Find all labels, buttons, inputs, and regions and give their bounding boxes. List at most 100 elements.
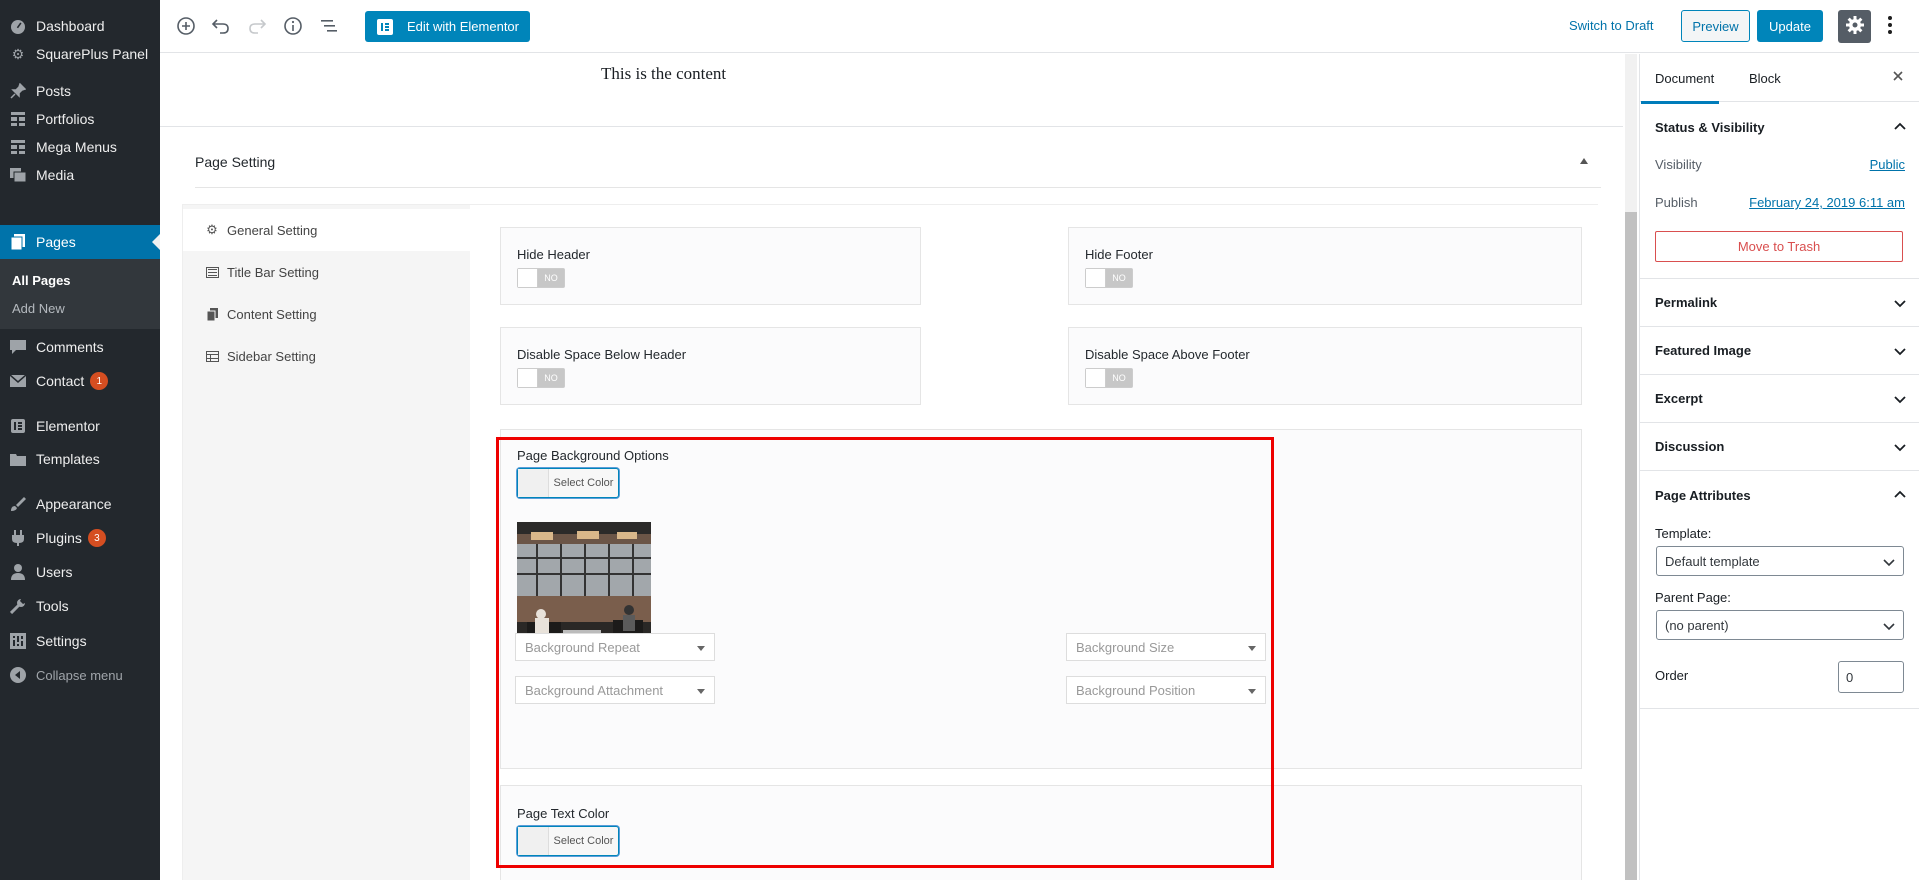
move-to-trash-button[interactable]: Move to Trash: [1655, 231, 1903, 262]
menu-label: Settings: [36, 633, 87, 649]
page-background-options-label: Page Background Options: [517, 448, 669, 463]
submenu-add-new[interactable]: Add New: [12, 301, 65, 316]
dashboard-icon: [0, 18, 36, 34]
toggle-label: NO: [538, 269, 564, 287]
sidebar-tabs: Document Block: [1640, 54, 1919, 104]
tab-general-setting[interactable]: ⚙ General Setting: [183, 209, 470, 251]
content-paragraph[interactable]: This is the content: [601, 64, 726, 84]
background-size-select[interactable]: Background Size: [1066, 633, 1266, 661]
panel-title: Discussion: [1655, 439, 1725, 454]
visibility-link[interactable]: Public: [1870, 157, 1905, 172]
tab-label: Title Bar Setting: [227, 264, 320, 280]
excerpt-panel-toggle[interactable]: Excerpt: [1640, 375, 1919, 423]
menu-item-users[interactable]: Users: [0, 555, 160, 589]
publish-date-link[interactable]: February 24, 2019 6:11 am: [1749, 195, 1905, 210]
collapse-menu-label: Collapse menu: [36, 667, 123, 683]
tab-block[interactable]: Block: [1749, 71, 1781, 86]
menu-item-elementor[interactable]: Elementor: [0, 409, 160, 443]
menu-item-settings[interactable]: Settings: [0, 624, 160, 658]
divider: [195, 187, 1601, 188]
submenu-all-pages[interactable]: All Pages: [12, 273, 71, 288]
close-icon[interactable]: [1893, 69, 1903, 84]
menu-label: Users: [36, 564, 73, 580]
panel-title: Status & Visibility: [1655, 119, 1765, 135]
edit-with-elementor-button[interactable]: Edit with Elementor: [365, 11, 530, 42]
page-setting-content: Hide Header NO Hide Footer NO Disable Sp…: [470, 205, 1598, 880]
collapse-caret-icon[interactable]: [1580, 158, 1588, 164]
user-icon: [0, 564, 36, 580]
chevron-down-icon: [1894, 444, 1906, 452]
hide-header-toggle[interactable]: NO: [517, 268, 565, 288]
chevron-down-icon: [1894, 300, 1906, 308]
gear-icon: ⚙: [11, 45, 25, 62]
color-swatch: [518, 827, 549, 855]
publish-label: Publish: [1655, 195, 1698, 210]
menu-item-squareplus-panel[interactable]: ⚙ SquarePlus Panel: [0, 37, 160, 71]
disable-space-below-header-option: Disable Space Below Header NO: [500, 327, 921, 405]
permalink-panel-toggle[interactable]: Permalink: [1640, 279, 1919, 327]
disable-space-above-footer-toggle[interactable]: NO: [1085, 368, 1133, 388]
elementor-icon: [377, 18, 393, 35]
parent-page-select-value: (no parent): [1665, 617, 1729, 633]
menu-item-templates[interactable]: Templates: [0, 442, 160, 476]
outline-icon[interactable]: [316, 13, 342, 39]
more-options-button[interactable]: [1882, 12, 1898, 40]
menu-label: Appearance: [36, 496, 112, 512]
hide-footer-option: Hide Footer NO: [1068, 227, 1582, 305]
wrench-icon: [0, 598, 36, 614]
order-input[interactable]: 0: [1838, 661, 1904, 693]
featured-image-panel-toggle[interactable]: Featured Image: [1640, 327, 1919, 375]
background-color-picker[interactable]: Select Color: [517, 468, 619, 498]
tab-title-bar-setting[interactable]: Title Bar Setting: [183, 251, 470, 293]
contact-count-badge: 1: [90, 372, 109, 390]
collapse-menu-button[interactable]: Collapse menu: [0, 658, 160, 692]
menu-label: Contact: [36, 373, 85, 389]
template-select-value: Default template: [1665, 553, 1760, 569]
document-icon: [205, 307, 219, 321]
menu-item-pages[interactable]: Pages: [0, 225, 160, 259]
menu-item-tools[interactable]: Tools: [0, 589, 160, 623]
status-visibility-panel-toggle[interactable]: Status & Visibility: [1640, 103, 1919, 151]
page-attributes-panel-toggle[interactable]: Page Attributes: [1640, 471, 1919, 519]
scrollbar-thumb[interactable]: [1625, 212, 1637, 880]
menu-label: Dashboard: [36, 18, 105, 34]
admin-sidebar: Dashboard ⚙ SquarePlus Panel Posts Portf…: [0, 0, 160, 880]
menu-item-comments[interactable]: Comments: [0, 330, 160, 364]
settings-sidebar: Document Block Status & Visibility Visib…: [1639, 54, 1919, 880]
page-setting-panel: ⚙ General Setting Title Bar Setting Cont…: [182, 204, 1598, 880]
grid-icon: [0, 112, 36, 126]
undo-icon[interactable]: [208, 13, 234, 39]
disable-space-above-footer-label: Disable Space Above Footer: [1085, 347, 1250, 362]
preview-button[interactable]: Preview: [1681, 10, 1750, 42]
add-block-icon[interactable]: [173, 13, 199, 39]
hide-footer-toggle[interactable]: NO: [1085, 268, 1133, 288]
background-position-select[interactable]: Background Position: [1066, 676, 1266, 704]
parent-page-label: Parent Page:: [1655, 590, 1731, 605]
text-color-picker[interactable]: Select Color: [517, 826, 619, 856]
menu-item-media[interactable]: Media: [0, 158, 160, 192]
menu-item-plugins[interactable]: Plugins 3: [0, 521, 160, 555]
disable-space-above-footer-option: Disable Space Above Footer NO: [1068, 327, 1582, 405]
info-icon[interactable]: [280, 13, 306, 39]
visibility-label: Visibility: [1655, 157, 1702, 172]
disable-space-below-header-toggle[interactable]: NO: [517, 368, 565, 388]
discussion-panel-toggle[interactable]: Discussion: [1640, 423, 1919, 471]
chevron-down-icon: [1883, 559, 1895, 567]
menu-item-appearance[interactable]: Appearance: [0, 487, 160, 521]
template-select[interactable]: Default template: [1656, 546, 1904, 576]
toggle-label: NO: [538, 369, 564, 387]
switch-to-draft-button[interactable]: Switch to Draft: [1569, 18, 1654, 33]
chevron-up-icon: [1894, 122, 1906, 130]
tab-content-setting[interactable]: Content Setting: [183, 293, 470, 335]
background-repeat-select[interactable]: Background Repeat: [515, 633, 715, 661]
page-setting-title: Page Setting: [195, 154, 276, 170]
menu-label: Portfolios: [36, 111, 95, 127]
redo-icon[interactable]: [244, 13, 270, 39]
background-attachment-select[interactable]: Background Attachment: [515, 676, 715, 704]
parent-page-select[interactable]: (no parent): [1656, 610, 1904, 640]
menu-item-contact[interactable]: Contact 1: [0, 364, 160, 398]
settings-gear-button[interactable]: [1838, 10, 1871, 43]
update-button[interactable]: Update: [1757, 10, 1823, 42]
tab-document[interactable]: Document: [1640, 71, 1720, 104]
tab-sidebar-setting[interactable]: Sidebar Setting: [183, 335, 470, 377]
